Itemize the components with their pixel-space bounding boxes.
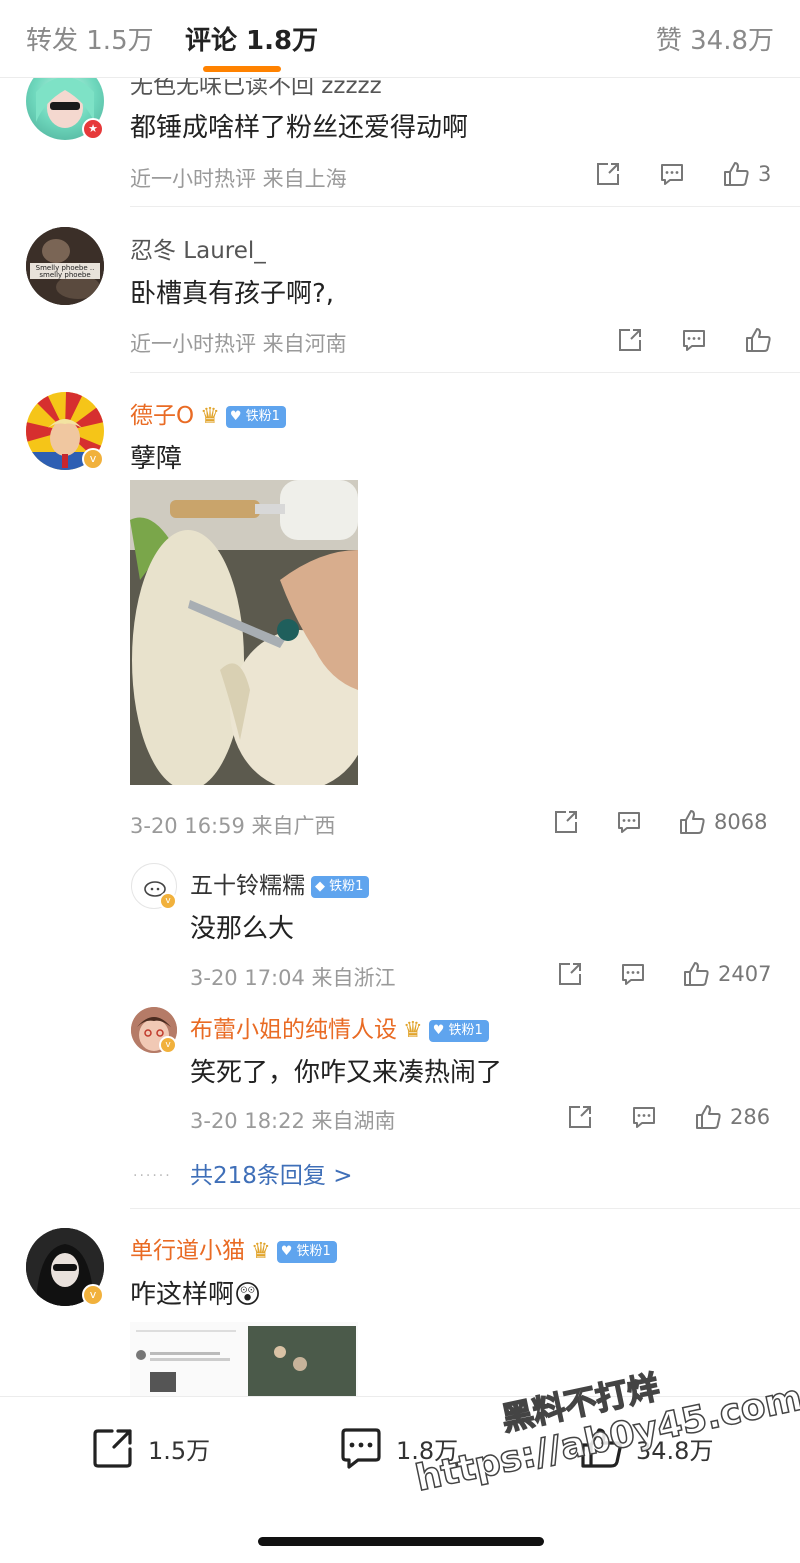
tab-likes[interactable]: 赞 34.8万: [656, 20, 774, 57]
thumbs-up-icon: [680, 810, 705, 834]
comment-icon: [618, 812, 640, 833]
tab-repost[interactable]: 转发 1.5万: [26, 20, 154, 57]
avatar[interactable]: Smelly phoebe .. smelly phoebe: [26, 227, 104, 305]
reply-text: 没那么大: [190, 914, 295, 944]
like-count: 2407: [718, 962, 772, 986]
comment-tabs: 转发 1.5万 评论 1.8万 赞 34.8万: [0, 0, 800, 78]
verified-badge: v: [159, 1036, 177, 1054]
like-button[interactable]: 286: [694, 1103, 770, 1131]
screenshot-image: [130, 1322, 358, 1396]
comment-username[interactable]: 忍冬 Laurel_: [130, 231, 266, 265]
like-count: 3: [758, 162, 772, 186]
avatar-caption: Smelly phoebe .. smelly phoebe: [35, 264, 95, 279]
reply-button[interactable]: [658, 160, 686, 188]
repost-count: 1.5万: [148, 1436, 211, 1465]
like-count: 8068: [714, 810, 768, 834]
comment-username[interactable]: 单行道小猫 ♛ ♥ 铁粉1: [130, 1231, 337, 1265]
like-button[interactable]: 3: [722, 160, 771, 188]
comment-username[interactable]: 德子O ♛ ♥ 铁粉1: [130, 396, 286, 430]
home-indicator[interactable]: [258, 1537, 544, 1546]
crown-icon: ♛: [403, 1018, 423, 1043]
share-button[interactable]: [566, 1103, 594, 1131]
comment-photo[interactable]: [130, 1322, 358, 1396]
comment-meta: 近一小时热评 来自河南: [130, 332, 347, 356]
view-more-replies-link[interactable]: 共218条回复 >: [190, 1156, 352, 1190]
share-button[interactable]: [616, 326, 644, 354]
fan-badge: ♥ 铁粉1: [225, 405, 286, 428]
comment-icon: [633, 1107, 655, 1128]
crown-icon: ♛: [200, 404, 220, 429]
comment-text: 卧槽真有孩子啊?,: [130, 279, 335, 309]
reply-username[interactable]: 五十铃糯糯 ◆ 铁粉1: [190, 866, 370, 900]
share-button[interactable]: [552, 808, 580, 836]
reply-meta: 3-20 18:22 来自湖南: [190, 1109, 396, 1133]
like-button[interactable]: 8068: [678, 808, 767, 836]
username-text: 布蕾小姐的纯情人设: [190, 1017, 397, 1043]
share-button[interactable]: [556, 960, 584, 988]
dots-separator: ······: [133, 1168, 172, 1184]
comment-icon: [661, 164, 683, 185]
share-icon: [597, 163, 619, 185]
username-text: 五十铃糯糯: [190, 873, 305, 899]
reply-button[interactable]: [680, 326, 708, 354]
verified-badge: v: [159, 892, 177, 910]
share-button[interactable]: [594, 160, 622, 188]
comment-text: 孽障: [130, 444, 183, 474]
divider: [130, 1208, 800, 1209]
thumbs-up-icon: [696, 1105, 721, 1129]
username-text: 单行道小猫: [130, 1238, 245, 1264]
bottom-repost-button[interactable]: 1.5万: [90, 1425, 210, 1471]
share-icon: [569, 1106, 591, 1128]
username-text: 德子O: [130, 403, 195, 429]
reply-button[interactable]: [619, 960, 647, 988]
reply-text: 笑死了，你咋又来凑热闹了: [190, 1058, 503, 1088]
tab-comments[interactable]: 评论 1.8万: [185, 20, 318, 57]
comment-meta: 近一小时热评 来自上海: [130, 167, 347, 191]
reply-button[interactable]: [630, 1103, 658, 1131]
comment-text: 都锤成啥样了粉丝还爱得动啊: [130, 113, 469, 143]
share-icon: [559, 963, 581, 985]
thumbs-up-icon: [724, 162, 749, 186]
fan-badge: ♥ 铁粉1: [276, 1240, 337, 1263]
comment-meta: 3-20 16:59 来自广西: [130, 814, 336, 838]
like-button[interactable]: 2407: [682, 960, 771, 988]
thumbs-up-icon: [746, 328, 771, 352]
reply-meta: 3-20 17:04 来自浙江: [190, 966, 396, 990]
share-icon: [555, 811, 577, 833]
like-button[interactable]: [744, 326, 780, 354]
comment-text: 咋这样啊😲: [130, 1280, 262, 1310]
verified-badge: v: [82, 1284, 104, 1306]
active-tab-indicator: [203, 66, 281, 72]
photo-image: [130, 480, 358, 785]
divider: [130, 372, 800, 373]
comment-icon: [341, 1428, 381, 1469]
fan-badge: ♥ 铁粉1: [428, 1019, 489, 1042]
comment-icon: [683, 330, 705, 351]
verified-badge: ★: [82, 118, 104, 140]
reply-button[interactable]: [615, 808, 643, 836]
crown-icon: ♛: [251, 1239, 271, 1264]
verified-badge: v: [82, 448, 104, 470]
fan-badge: ◆ 铁粉1: [311, 875, 370, 898]
comment-photo[interactable]: [130, 480, 358, 785]
share-icon: [93, 1429, 132, 1468]
divider: [130, 206, 800, 207]
comment-icon: [622, 964, 644, 985]
reply-username[interactable]: 布蕾小姐的纯情人设 ♛ ♥ 铁粉1: [190, 1010, 489, 1044]
share-icon: [619, 329, 641, 351]
like-count: 286: [730, 1105, 771, 1129]
thumbs-up-icon: [684, 962, 709, 986]
